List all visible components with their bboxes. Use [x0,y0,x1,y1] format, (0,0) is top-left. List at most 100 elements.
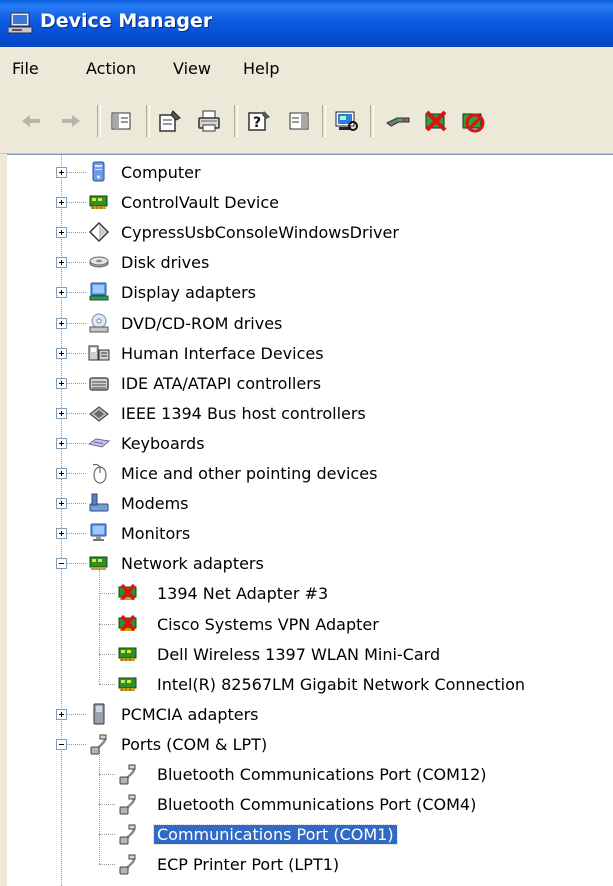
tree-device[interactable]: ECP Printer Port (LPT1) [0,849,613,879]
tree-device[interactable]: 1394 Net Adapter #3 [0,578,613,608]
tree-category[interactable]: IDE ATA/ATAPI controllers [0,368,613,398]
tree-category[interactable]: Modems [0,488,613,518]
tree-item-label: Network adapters [121,554,264,574]
display-icon [88,281,110,303]
board-icon [117,673,139,695]
tree-item-label: ControlVault Device [121,193,280,213]
tree-device[interactable]: Bluetooth Communications Port (COM12) [0,759,613,789]
diamond-icon [88,221,110,243]
tree-category[interactable]: IEEE 1394 Bus host controllers [0,398,613,428]
show-hide-action-pane-icon[interactable] [286,108,312,134]
expander-plus-icon[interactable] [56,498,67,510]
port-icon [117,763,139,785]
tree-item-label: Monitors [121,524,191,544]
tree-item-label: IDE ATA/ATAPI controllers [121,373,322,393]
tree-device[interactable]: Cisco Systems VPN Adapter [0,609,613,639]
menu-file[interactable]: File [12,59,39,78]
expander-plus-icon[interactable] [56,347,67,359]
menu-view[interactable]: View [173,59,211,78]
toolbar-separator [322,105,326,137]
toolbar-separator [370,105,374,137]
properties-icon[interactable] [157,108,183,134]
board-icon [117,643,139,665]
tree-item-label: Disk drives [121,253,210,273]
menu-action[interactable]: Action [86,59,136,78]
device-tree[interactable]: Computer ControlVault Device CypressUsbCon… [0,154,613,886]
print-icon[interactable] [196,108,222,134]
tree-item-label: Dell Wireless 1397 WLAN Mini-Card [157,644,441,664]
expander-plus-icon[interactable] [56,257,67,269]
forward-icon[interactable] [58,108,84,134]
update-driver-icon[interactable] [385,108,411,134]
port-icon [88,733,110,755]
tree-category-pcmcia[interactable]: PCMCIA adapters [0,699,613,729]
tree-device-selected[interactable]: Communications Port (COM1) [0,819,613,849]
tree-item-label: Mice and other pointing devices [121,464,378,483]
device-manager-icon [7,11,34,35]
expander-plus-icon[interactable] [56,468,67,479]
tree-category[interactable]: ControlVault Device [0,187,613,217]
port-icon [117,853,139,875]
tree-item-label: DVD/CD-ROM drives [121,313,283,333]
expander-plus-icon[interactable] [56,437,67,449]
tree-category[interactable]: Disk drives [0,247,613,277]
tree-category[interactable]: Mice and other pointing devices [0,458,613,488]
monitor-icon [88,522,110,544]
tree-category[interactable]: Monitors [0,518,613,548]
menu-help[interactable]: Help [243,59,279,78]
tree-item-label: Bluetooth Communications Port (COM12) [157,765,487,784]
window-title: Device Manager [40,10,213,32]
tree-item-label: CypressUsbConsoleWindowsDriver [121,223,399,243]
tree-device[interactable]: Dell Wireless 1397 WLAN Mini-Card [0,639,613,669]
dvd-icon [88,312,110,334]
expander-plus-icon[interactable] [56,377,67,389]
expander-plus-icon[interactable] [56,317,67,329]
expander-plus-icon[interactable] [56,407,67,419]
tree-item-label: Ports (COM & LPT) [121,734,268,754]
keyboard-icon [88,432,110,454]
tree-device[interactable]: Bluetooth Communications Port (COM4) [0,789,613,819]
tree-category[interactable]: Keyboards [0,428,613,458]
tree-category-network-adapters[interactable]: Network adapters [0,548,613,578]
show-hide-tree-icon[interactable] [108,108,134,134]
back-icon[interactable] [18,108,44,134]
pcmcia-icon [88,703,110,725]
port-icon [117,793,139,815]
expander-plus-icon[interactable] [56,287,67,299]
tree-category[interactable]: DVD/CD-ROM drives [0,308,613,338]
toolbar-separator [146,105,150,137]
help-icon[interactable]: ? [246,108,272,134]
tree-category[interactable]: CypressUsbConsoleWindowsDriver [0,217,613,247]
toolbar-separator [234,105,238,137]
tree-category[interactable]: Human Interface Devices [0,338,613,368]
svg-text:?: ? [253,115,261,131]
tree-device[interactable]: Intel(R) 82567LM Gigabit Network Connect… [0,669,613,699]
title-bar[interactable]: Device Manager [0,0,613,47]
tree-item-label: Human Interface Devices [121,343,324,363]
tree-item-label: Keyboards [121,433,205,453]
tree-item-label: IEEE 1394 Bus host controllers [121,403,366,423]
board-icon [88,191,110,213]
uninstall-icon[interactable] [423,108,449,134]
tree-category[interactable]: Computer [0,157,613,187]
toolbar: ? [0,91,613,154]
tree-category-ports[interactable]: Ports (COM & LPT) [0,729,613,759]
tree-item-label: Display adapters [121,283,257,303]
expander-plus-icon[interactable] [56,227,67,239]
network-icon [88,552,110,574]
menu-bar: File Action View Help [0,47,613,91]
tree-category[interactable]: Display adapters [0,277,613,307]
expander-plus-icon[interactable] [56,197,67,209]
expander-plus-icon[interactable] [56,528,67,540]
tree-item-label: Cisco Systems VPN Adapter [157,614,379,634]
expander-plus-icon[interactable] [56,167,67,178]
expander-minus-icon[interactable] [56,558,67,570]
port-icon [117,823,139,845]
tree-item-label: Intel(R) 82567LM Gigabit Network Connect… [157,674,525,694]
mouse-icon [88,462,110,484]
scan-hardware-icon[interactable] [333,108,359,134]
modem-icon [88,492,110,514]
disable-icon[interactable] [460,108,486,134]
expander-plus-icon[interactable] [56,708,67,720]
expander-minus-icon[interactable] [56,738,67,750]
